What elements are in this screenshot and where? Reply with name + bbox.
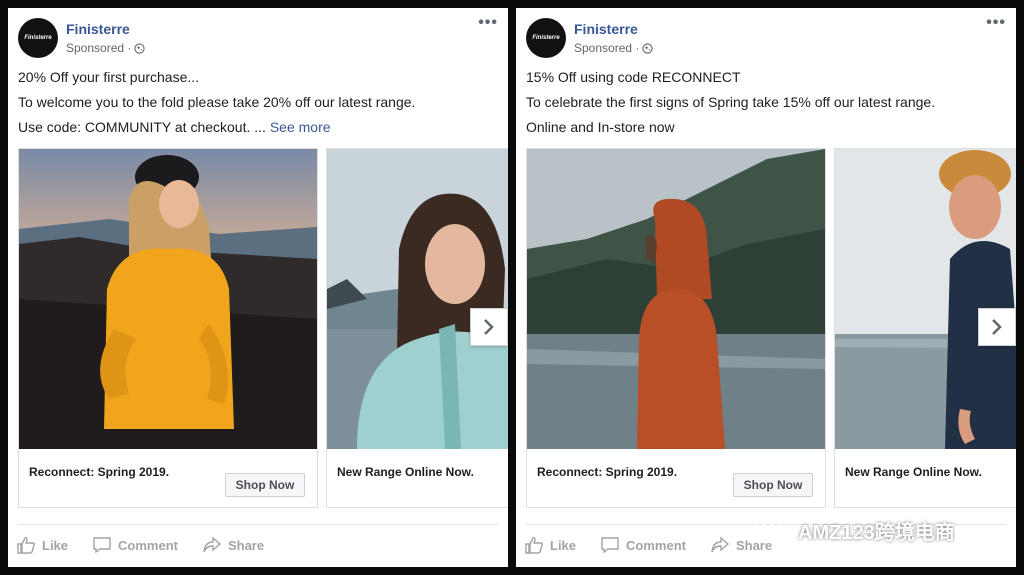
post-actions: Like Comment Share xyxy=(524,536,772,554)
carousel-card-1[interactable]: Reconnect: Spring 2019. Shop Now xyxy=(526,148,826,508)
sponsored-label: Sponsored · xyxy=(66,41,146,55)
thumbs-up-icon xyxy=(17,537,36,554)
more-options-icon[interactable]: ••• xyxy=(986,14,1006,32)
card-headline[interactable]: Reconnect: Spring 2019. xyxy=(537,465,677,479)
wechat-icon xyxy=(755,516,789,543)
page-name-link[interactable]: Finisterre xyxy=(574,21,638,37)
card-headline[interactable]: New Range Online Now. xyxy=(845,465,982,479)
share-icon xyxy=(203,536,222,553)
chevron-right-icon xyxy=(992,319,1002,335)
chevron-right-icon xyxy=(484,319,494,335)
carousel-next-button[interactable] xyxy=(470,308,508,346)
more-options-icon[interactable]: ••• xyxy=(478,14,498,32)
card-image-woman-yellow-jacket[interactable] xyxy=(19,149,317,449)
like-label: Like xyxy=(42,537,69,553)
post-text-line-3: Use code: COMMUNITY at checkout. ... See… xyxy=(18,119,331,135)
post-text-line-3: Online and In-store now xyxy=(526,119,675,135)
share-label: Share xyxy=(227,537,265,553)
globe-icon xyxy=(642,42,654,54)
comment-label: Comment xyxy=(626,537,686,553)
page-name-link[interactable]: Finisterre xyxy=(66,21,130,37)
thumbs-up-icon xyxy=(525,537,544,554)
comment-button[interactable]: Comment xyxy=(600,536,686,554)
shop-now-button[interactable]: Shop Now xyxy=(733,473,813,497)
card-image-person-hooded-coast[interactable] xyxy=(527,149,825,449)
comment-icon xyxy=(601,537,619,554)
watermark-text: AMZ123跨境电商 xyxy=(798,521,955,544)
divider xyxy=(18,524,498,525)
post-text-line-2: To celebrate the first signs of Spring t… xyxy=(526,94,936,110)
like-button[interactable]: Like xyxy=(524,536,576,554)
shop-now-button[interactable]: Shop Now xyxy=(225,473,305,497)
post-text-line-1: 15% Off using code RECONNECT xyxy=(526,69,741,85)
comment-icon xyxy=(93,537,111,554)
carousel-next-button[interactable] xyxy=(978,308,1016,346)
avatar[interactable]: Finisterre xyxy=(526,18,566,58)
like-label: Like xyxy=(550,537,577,553)
post-text-line-1: 20% Off your first purchase... xyxy=(18,69,200,85)
avatar[interactable]: Finisterre xyxy=(18,18,58,58)
comment-label: Comment xyxy=(118,537,178,553)
comment-button[interactable]: Comment xyxy=(92,536,178,554)
carousel: Reconnect: Spring 2019. Shop Now New Ran… xyxy=(18,148,508,510)
watermark: AMZ123跨境电商 xyxy=(754,515,955,545)
card-headline[interactable]: Reconnect: Spring 2019. xyxy=(29,465,169,479)
globe-icon xyxy=(134,42,146,54)
sponsored-text: Sponsored · xyxy=(66,41,132,55)
see-more-link[interactable]: See more xyxy=(270,119,331,135)
sponsored-text: Sponsored · xyxy=(574,41,640,55)
post-text-line-2: To welcome you to the fold please take 2… xyxy=(18,94,416,110)
card-headline[interactable]: New Range Online Now. xyxy=(337,465,474,479)
sponsored-label: Sponsored · xyxy=(574,41,654,55)
card-image-man-curly-hair[interactable] xyxy=(835,149,1016,449)
like-button[interactable]: Like xyxy=(16,536,68,554)
post-text-line-3-text: Use code: COMMUNITY at checkout. ... xyxy=(18,119,266,135)
ad-post-1: Finisterre Finisterre Sponsored · ••• 20… xyxy=(8,8,508,567)
post-actions: Like Comment Share xyxy=(16,536,264,554)
ad-post-2: Finisterre Finisterre Sponsored · ••• 15… xyxy=(516,8,1016,567)
carousel-card-1[interactable]: Reconnect: Spring 2019. Shop Now xyxy=(18,148,318,508)
card-image-woman-teal-jacket[interactable] xyxy=(327,149,508,449)
share-button[interactable]: Share xyxy=(202,536,264,554)
carousel: Reconnect: Spring 2019. Shop Now New Ran… xyxy=(526,148,1016,510)
share-icon xyxy=(711,536,730,553)
